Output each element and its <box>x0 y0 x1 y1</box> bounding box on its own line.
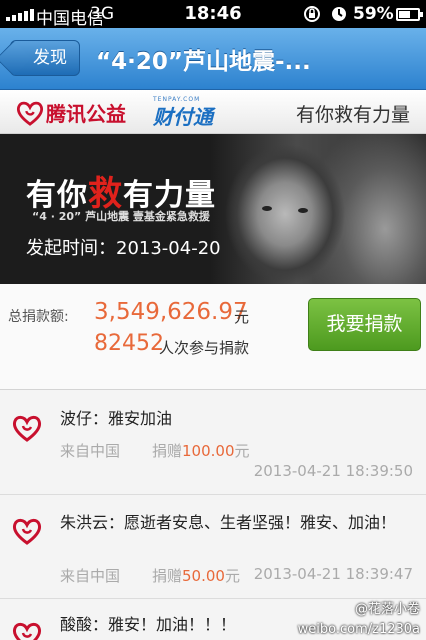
participant-unit: 人次参与捐款 <box>159 339 250 357</box>
donor-message: 波仔：雅安加油 <box>60 409 173 428</box>
donor-location: 来自中国 <box>60 567 121 585</box>
total-amount: 3,549,626.97 <box>94 299 248 325</box>
watermark-url: weibo.com/z1230a <box>297 622 420 637</box>
campaign-start-date: 发起时间：2013-04-20 <box>26 238 221 259</box>
navigation-bar: 发现 “4·20”芦山地震-... <box>0 28 426 90</box>
list-item[interactable]: 波仔：雅安加油 来自中国 捐赠100.00元 2013-04-21 18:39:… <box>0 390 426 495</box>
alarm-icon <box>330 5 348 28</box>
back-button-label: 发现 <box>33 48 67 68</box>
campaign-banner: 有你救有力量 “4 · 20” 芦山地震 壹基金紧急救援 发起时间：2013-0… <box>0 134 426 284</box>
weibo-watermark: @花落小卷 weibo.com/z1230a <box>298 600 420 640</box>
participant-count: 82452 <box>94 331 164 356</box>
heart-icon <box>12 415 42 442</box>
tenpay-logo: TENPAY.COM 财付通 <box>153 96 213 130</box>
donation-amount: 捐赠100.00元 <box>152 442 250 460</box>
status-bar: 中国电信 3G 18:46 59% <box>0 0 426 29</box>
banner-photo <box>210 134 426 284</box>
list-item[interactable]: 朱洪云：愿逝者安息、生者坚强！雅安、加油！ 来自中国 捐赠50.00元 2013… <box>0 495 426 599</box>
battery-icon <box>396 8 423 21</box>
banner-subline: “4 · 20” 芦山地震 壹基金紧急救援 <box>32 210 210 223</box>
brand-slogan: 有你救有力量 <box>295 104 410 126</box>
brand-name: 腾讯公益 <box>46 102 126 126</box>
battery-percent: 59% <box>353 4 394 24</box>
total-label: 总捐款额: <box>8 309 69 325</box>
donor-location: 来自中国 <box>60 442 121 460</box>
donate-button[interactable]: 我要捐款 <box>308 298 421 351</box>
donor-message: 朱洪云：愿逝者安息、生者坚强！雅安、加油！ <box>60 513 397 532</box>
rotation-lock-icon <box>303 5 321 28</box>
heart-icon <box>12 518 42 545</box>
page-title: “4·20”芦山地震-... <box>96 49 311 75</box>
heart-icon <box>12 622 42 640</box>
donation-summary: 总捐款额: 3,549,626.97 元 82452 人次参与捐款 我要捐款 <box>0 284 426 390</box>
back-button[interactable]: 发现 <box>10 40 80 76</box>
watermark-user: @花落小卷 <box>354 602 420 617</box>
tenpay-name: 财付通 <box>153 105 213 129</box>
heart-logo-icon <box>16 101 44 126</box>
donation-amount: 捐赠50.00元 <box>152 567 240 585</box>
tencent-charity-logo: 腾讯公益 <box>16 98 126 127</box>
donation-time: 2013-04-21 18:39:50 <box>253 462 413 480</box>
total-unit: 元 <box>234 308 250 326</box>
donation-time: 2013-04-21 18:39:47 <box>253 565 413 583</box>
brand-bar: 腾讯公益 TENPAY.COM 财付通 有你救有力量 <box>0 90 426 134</box>
